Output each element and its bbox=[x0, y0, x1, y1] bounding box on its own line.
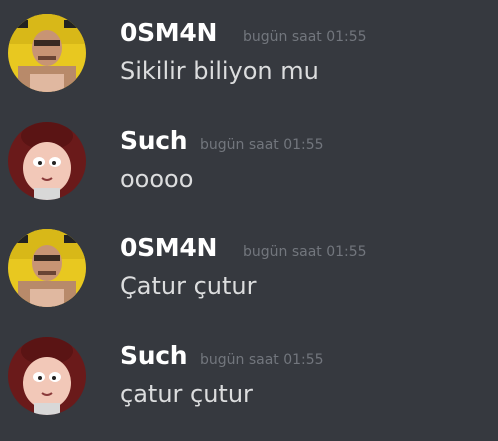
message-group: 0SM4N bugün saat 01:55 Çatur çutur bbox=[0, 229, 498, 333]
message-content: Çatur çutur bbox=[120, 272, 257, 300]
osman-avatar-icon bbox=[8, 229, 86, 307]
message-author[interactable]: Such bbox=[120, 126, 188, 156]
message-group: 0SM4N bugün saat 01:55 Sikilir biliyon m… bbox=[0, 14, 498, 118]
message-group: Such bugün saat 01:55 ooooo bbox=[0, 122, 498, 226]
avatar[interactable] bbox=[8, 337, 86, 415]
message-group: Such bugün saat 01:55 çatur çutur bbox=[0, 337, 498, 441]
such-avatar-icon bbox=[8, 337, 86, 415]
message-content: ooooo bbox=[120, 165, 194, 193]
avatar[interactable] bbox=[8, 14, 86, 92]
message-content: çatur çutur bbox=[120, 380, 253, 408]
chat-message-list: 0SM4N bugün saat 01:55 Sikilir biliyon m… bbox=[0, 0, 498, 421]
message-timestamp: bugün saat 01:55 bbox=[243, 29, 367, 45]
avatar[interactable] bbox=[8, 122, 86, 200]
message-author[interactable]: 0SM4N bbox=[120, 233, 217, 263]
message-author[interactable]: Such bbox=[120, 341, 188, 371]
osman-avatar-icon bbox=[8, 14, 86, 92]
message-timestamp: bugün saat 01:55 bbox=[243, 244, 367, 260]
such-avatar-icon bbox=[8, 122, 86, 200]
avatar[interactable] bbox=[8, 229, 86, 307]
message-author[interactable]: 0SM4N bbox=[120, 18, 217, 48]
message-timestamp: bugün saat 01:55 bbox=[200, 137, 324, 153]
message-content: Sikilir biliyon mu bbox=[120, 57, 319, 85]
message-timestamp: bugün saat 01:55 bbox=[200, 352, 324, 368]
